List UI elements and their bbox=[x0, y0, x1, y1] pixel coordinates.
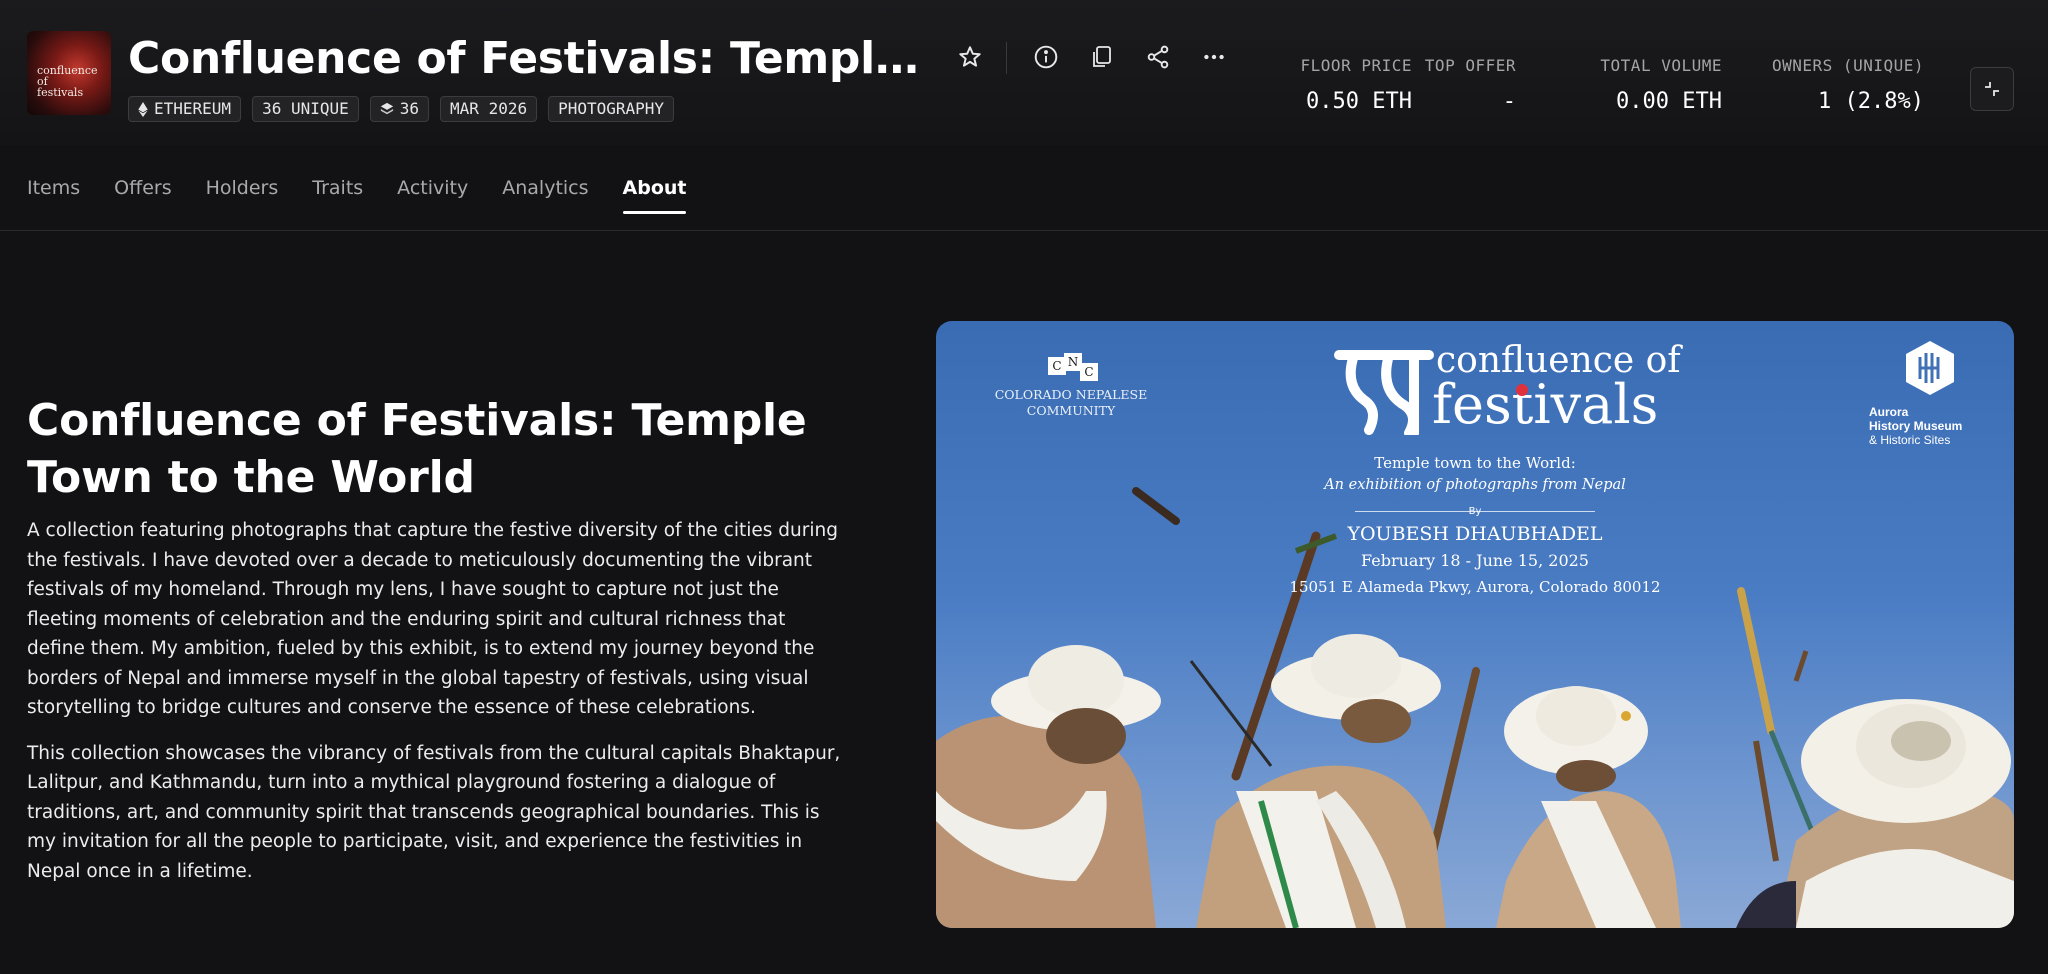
cnc-letter: C bbox=[1080, 363, 1098, 381]
stat-label: OWNERS (UNIQUE) bbox=[1772, 56, 1924, 75]
poster-title-line2: festivals bbox=[1432, 373, 1659, 436]
stat-value: 0.00 ETH bbox=[1616, 89, 1722, 114]
poster-subtitle-italic: An exhibition of photographs from Nepal bbox=[1324, 477, 1626, 493]
favorite-star-icon[interactable] bbox=[955, 42, 985, 72]
about-heading: Confluence of Festivals: Temple Town to … bbox=[27, 395, 807, 503]
museum-hexagon-icon bbox=[1906, 341, 1954, 395]
tag-supply[interactable]: 36 bbox=[369, 96, 430, 122]
layers-icon bbox=[380, 102, 393, 115]
ethereum-icon bbox=[138, 101, 148, 117]
stat-value: - bbox=[1502, 89, 1516, 114]
collection-thumbnail[interactable]: confluence of festivals bbox=[27, 31, 111, 115]
tab-analytics[interactable]: Analytics bbox=[502, 172, 588, 212]
museum-name-line3: & Historic Sites bbox=[1869, 433, 1951, 447]
stat-label: TOTAL VOLUME bbox=[1600, 56, 1722, 75]
stat-value: 1 (2.8%) bbox=[1818, 89, 1924, 114]
tab-holders[interactable]: Holders bbox=[206, 172, 279, 212]
tab-items[interactable]: Items bbox=[27, 172, 80, 212]
stat-label: FLOOR PRICE bbox=[1300, 56, 1412, 75]
poster-red-dot bbox=[1516, 384, 1528, 396]
cnc-logo: C N C COLORADO NEPALESE COMMUNITY bbox=[991, 353, 1151, 419]
header-divider bbox=[1006, 42, 1007, 74]
collection-banner-image[interactable]: C N C COLORADO NEPALESE COMMUNITY conflu… bbox=[936, 321, 2014, 928]
stat-label: TOP OFFER bbox=[1424, 56, 1516, 75]
museum-logo: Aurora History Museum & Historic Sites bbox=[1869, 339, 1999, 447]
about-paragraph: This collection showcases the vibrancy o… bbox=[27, 742, 841, 882]
museum-name-line1: Aurora bbox=[1869, 405, 1909, 419]
tag-label: PHOTOGRAPHY bbox=[558, 99, 665, 118]
museum-name-line2: History Museum bbox=[1869, 419, 1963, 433]
poster-address: 15051 E Alameda Pkwy, Aurora, Colorado 8… bbox=[1289, 578, 1661, 596]
collection-tabs: Items Offers Holders Traits Activity Ana… bbox=[27, 172, 686, 214]
tab-offers[interactable]: Offers bbox=[114, 172, 171, 212]
stat-floor-price[interactable]: FLOOR PRICE 0.50 ETH bbox=[1301, 56, 1412, 114]
stat-owners[interactable]: OWNERS (UNIQUE) 1 (2.8%) bbox=[1772, 56, 1924, 114]
collapse-icon bbox=[1985, 82, 1999, 96]
stat-value: 0.50 ETH bbox=[1306, 89, 1412, 114]
about-description: A collection featuring photographs that … bbox=[27, 516, 847, 886]
share-icon[interactable] bbox=[1143, 42, 1173, 72]
about-paragraph: A collection featuring photographs that … bbox=[27, 520, 838, 718]
tab-activity[interactable]: Activity bbox=[397, 172, 468, 212]
tag-unique[interactable]: 36 UNIQUE bbox=[252, 96, 359, 122]
tag-date[interactable]: MAR 2026 bbox=[440, 96, 538, 122]
tag-label: ETHEREUM bbox=[154, 99, 232, 118]
tab-about[interactable]: About bbox=[622, 172, 686, 214]
tag-chain[interactable]: ETHEREUM bbox=[128, 96, 242, 122]
poster-subtitle: Temple town to the World: bbox=[1374, 454, 1576, 472]
cnc-name-line1: COLORADO NEPALESE bbox=[994, 387, 1148, 402]
tag-category[interactable]: PHOTOGRAPHY bbox=[548, 96, 675, 122]
poster-by: By bbox=[1468, 506, 1482, 517]
cnc-name-line2: COMMUNITY bbox=[1026, 403, 1116, 418]
more-options-icon[interactable] bbox=[1199, 42, 1229, 72]
newari-script-logo-icon bbox=[1334, 350, 1434, 435]
tag-label: MAR 2026 bbox=[450, 99, 528, 118]
tag-label: 36 UNIQUE bbox=[262, 99, 349, 118]
stat-total-volume[interactable]: TOTAL VOLUME 0.00 ETH bbox=[1600, 56, 1722, 114]
stat-top-offer[interactable]: TOP OFFER - bbox=[1425, 56, 1516, 114]
poster-dates: February 18 - June 15, 2025 bbox=[1361, 551, 1589, 570]
collapse-header-button[interactable] bbox=[1970, 67, 2014, 111]
poster-photographer: YOUBESH DHAUBHADEL bbox=[1347, 523, 1603, 545]
copy-icon[interactable] bbox=[1087, 42, 1117, 72]
collection-title: Confluence of Festivals: Temple Town to … bbox=[128, 33, 940, 84]
info-icon[interactable] bbox=[1031, 42, 1061, 72]
thumbnail-text: confluence of festivals bbox=[37, 64, 98, 99]
collection-tags: ETHEREUM 36 UNIQUE 36 MAR 2026 PHOTOGRAP… bbox=[128, 96, 675, 122]
tag-label: 36 bbox=[399, 99, 420, 118]
collection-header: confluence of festivals Confluence of Fe… bbox=[0, 0, 2048, 145]
tab-traits[interactable]: Traits bbox=[312, 172, 363, 212]
tabs-divider bbox=[0, 230, 2048, 231]
